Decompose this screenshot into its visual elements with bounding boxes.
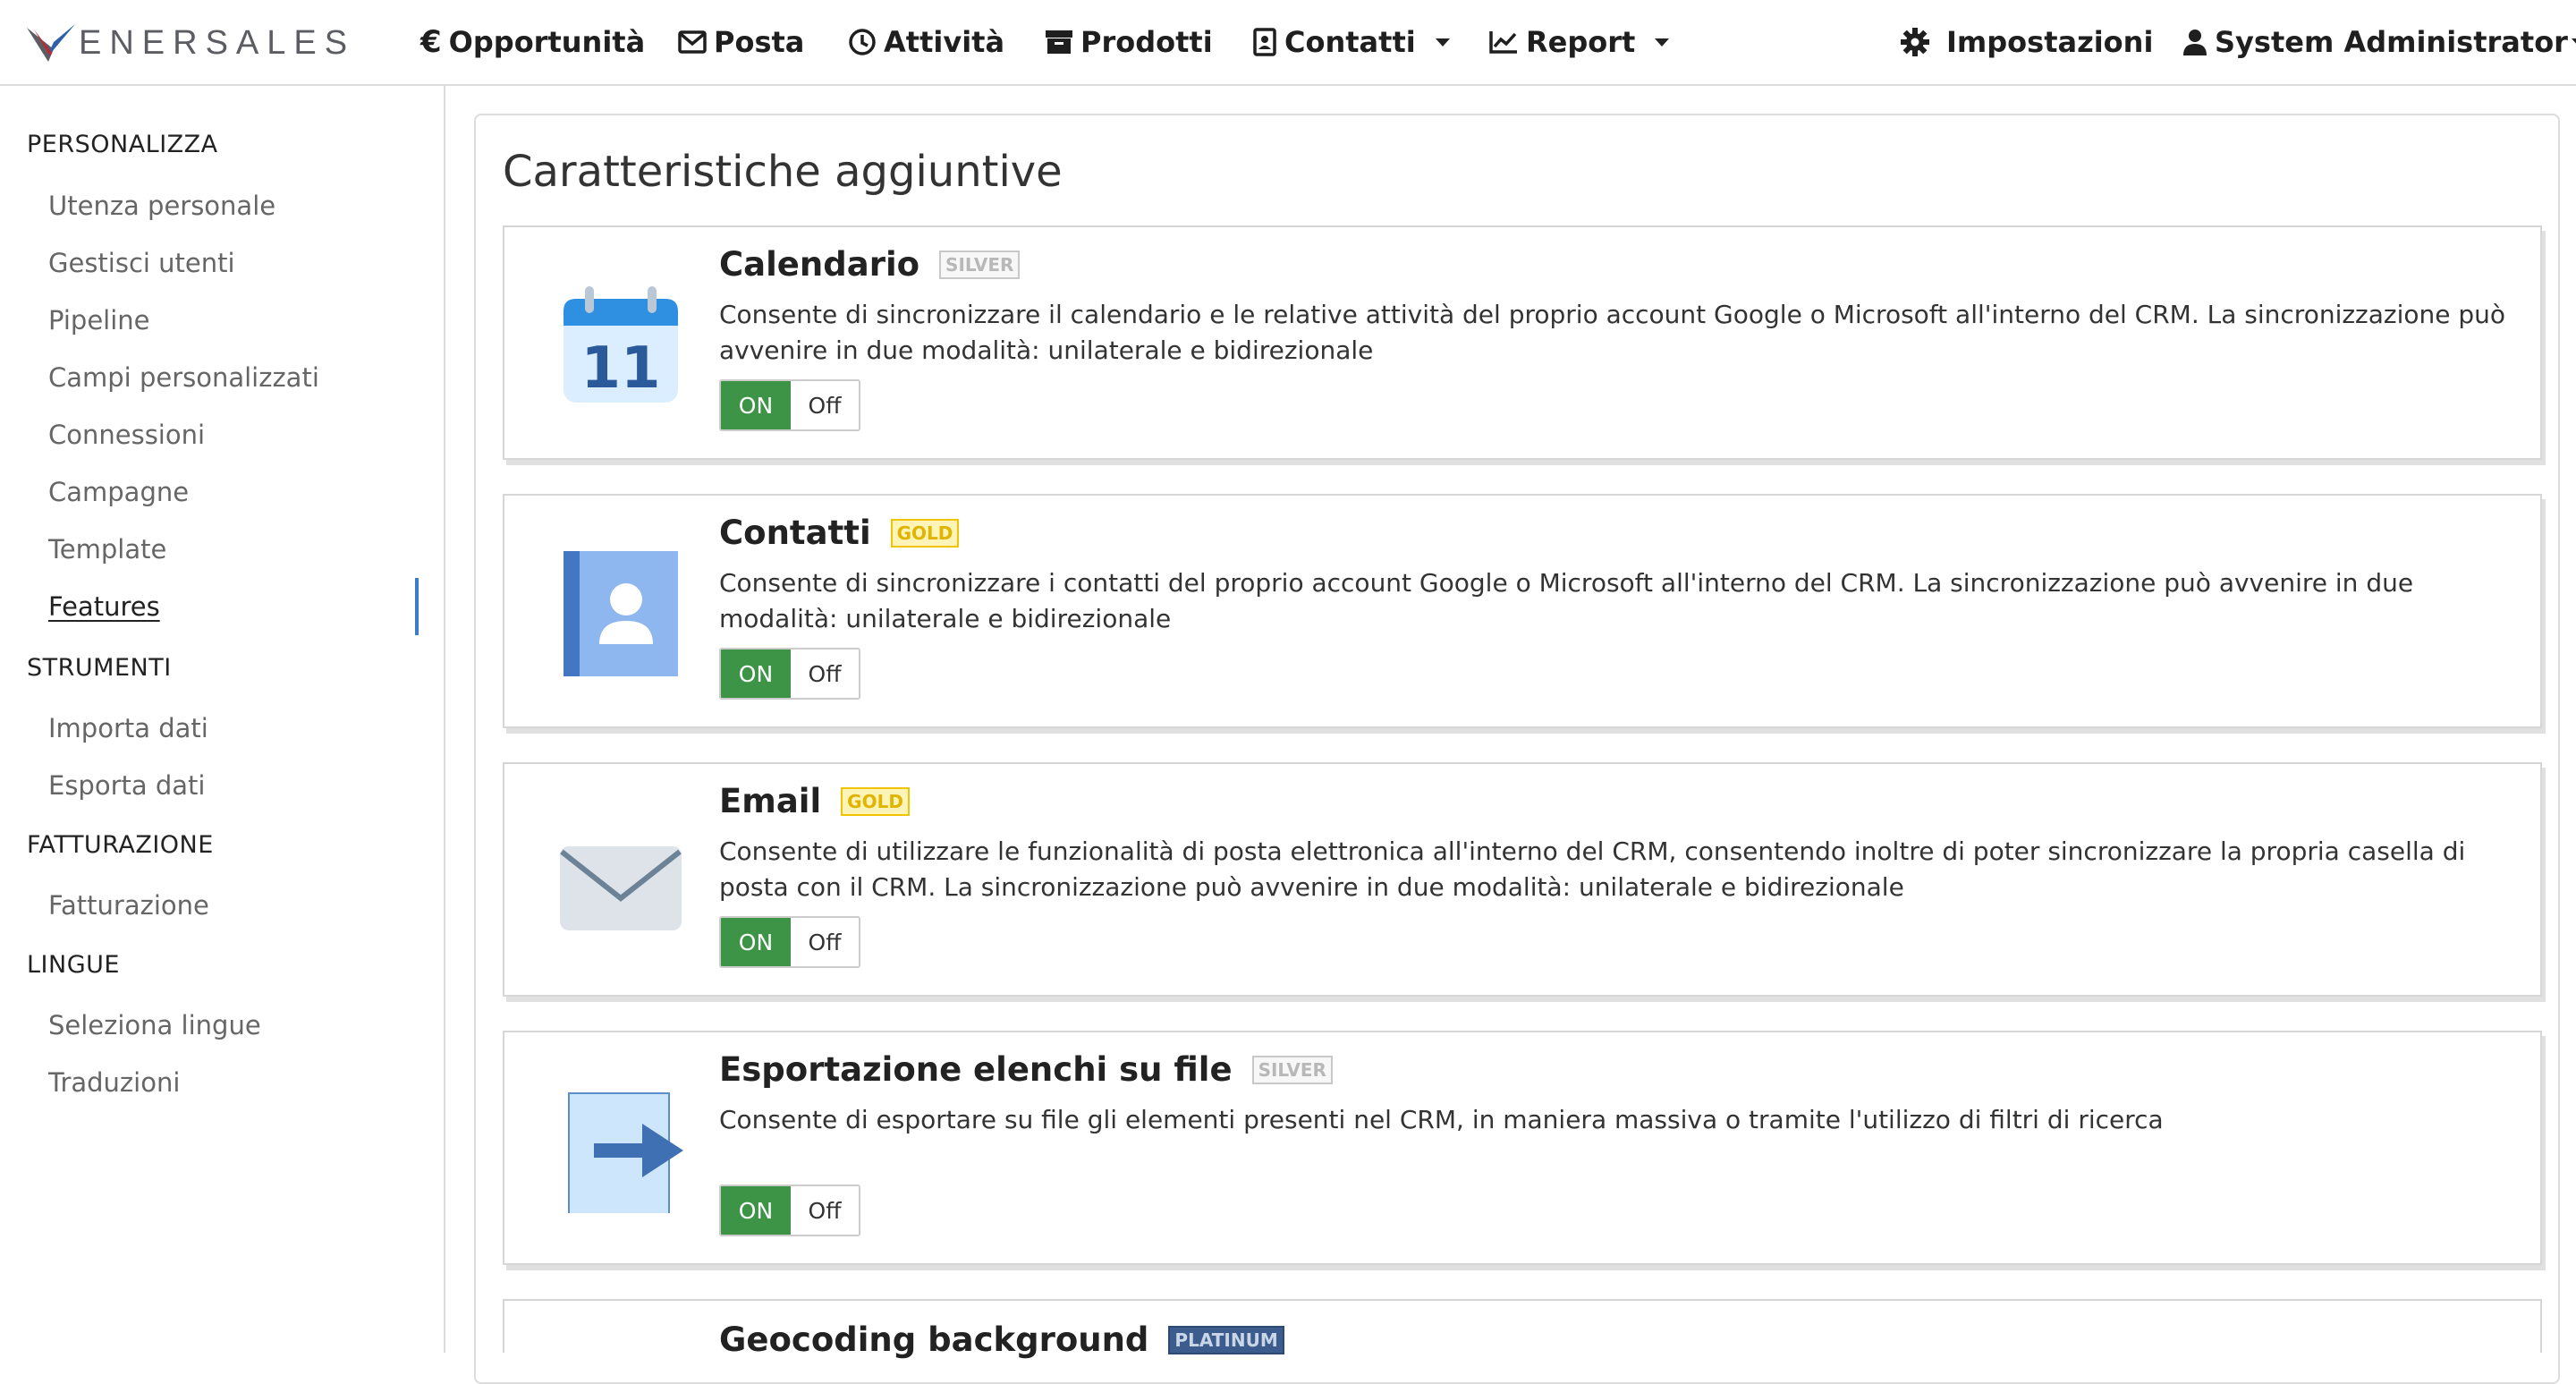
sidebar-item-campagne[interactable]: Campagne <box>48 477 189 507</box>
feature-title: Calendario SILVER <box>719 245 1021 284</box>
tier-badge: PLATINUM <box>1168 1325 1284 1354</box>
nav-contatti-label: Contatti <box>1284 25 1416 59</box>
sidebar-item-traduzioni[interactable]: Traduzioni <box>48 1067 180 1098</box>
nav-attivita[interactable]: Attività <box>848 0 1004 84</box>
sidebar-item-gestisci-utenti[interactable]: Gestisci utenti <box>48 248 235 278</box>
logo-mark-icon <box>27 24 75 62</box>
nav-posta[interactable]: Posta <box>678 0 804 84</box>
feature-title-text: Geocoding background <box>719 1320 1149 1359</box>
feature-card-geocoding: Geocoding background PLATINUM <box>503 1299 2542 1359</box>
nav-opportunita[interactable]: € Opportunità <box>420 0 645 84</box>
sidebar-section-personalizza: PERSONALIZZA <box>27 131 218 158</box>
logo-text: ENERSALES <box>79 24 356 62</box>
feature-title: Email GOLD <box>719 782 910 820</box>
toggle-off-button[interactable]: Off <box>791 381 859 429</box>
user-icon <box>2182 29 2207 55</box>
toggle-on-button[interactable]: ON <box>721 381 791 429</box>
toggle-off-button[interactable]: Off <box>791 650 859 698</box>
toggle-on-button[interactable]: ON <box>721 918 791 966</box>
feature-card-esportazione: Esportazione elenchi su file SILVER Cons… <box>503 1031 2542 1265</box>
sidebar-item-features[interactable]: Features <box>48 591 160 622</box>
feature-title: Contatti GOLD <box>719 514 960 552</box>
feature-title-text: Calendario <box>719 245 920 284</box>
toggle-on-button[interactable]: ON <box>721 1186 791 1235</box>
chevron-down-icon <box>2571 38 2576 47</box>
top-navbar: ENERSALES € Opportunità Posta Attività P… <box>0 0 2576 86</box>
sidebar-item-utenza-personale[interactable]: Utenza personale <box>48 191 275 221</box>
contact-book-icon <box>564 551 678 676</box>
sidebar-item-fatturazione[interactable]: Fatturazione <box>48 890 209 921</box>
feature-toggle: ON Off <box>719 1184 860 1236</box>
feature-description: Consente di utilizzare le funzionalità d… <box>719 836 2466 902</box>
nav-opportunita-label: Opportunità <box>448 25 646 59</box>
nav-prodotti-label: Prodotti <box>1080 25 1213 59</box>
sidebar-item-seleziona-lingue[interactable]: Seleziona lingue <box>48 1010 261 1040</box>
line-chart-icon <box>1488 30 1519 55</box>
feature-title-text: Esportazione elenchi su file <box>719 1050 1233 1089</box>
toggle-on-button[interactable]: ON <box>721 650 791 698</box>
nav-attivita-label: Attività <box>884 25 1005 59</box>
sidebar-section-lingue: LINGUE <box>27 951 120 979</box>
tier-badge: GOLD <box>890 518 960 548</box>
nav-report-label: Report <box>1526 25 1636 59</box>
sidebar-item-connessioni[interactable]: Connessioni <box>48 420 205 450</box>
feature-title-text: Contatti <box>719 514 871 552</box>
tier-badge: SILVER <box>1251 1055 1333 1084</box>
mail-envelope-icon <box>560 846 682 930</box>
chevron-down-icon <box>1655 38 1670 47</box>
tier-badge: GOLD <box>841 786 910 816</box>
toggle-off-button[interactable]: Off <box>791 1186 859 1235</box>
sidebar-item-esporta-dati[interactable]: Esporta dati <box>48 770 205 801</box>
sidebar-section-fatturazione: FATTURAZIONE <box>27 831 214 859</box>
sidebar-item-template[interactable]: Template <box>48 534 166 565</box>
sidebar-item-pipeline[interactable]: Pipeline <box>48 305 150 335</box>
calendar-icon: 11 <box>564 286 678 403</box>
nav-posta-label: Posta <box>714 25 805 59</box>
feature-card-email: Email GOLD Consente di utilizzare le fun… <box>503 762 2542 997</box>
toggle-off-button[interactable]: Off <box>791 918 859 966</box>
enersales-logo[interactable]: ENERSALES <box>27 20 355 66</box>
archive-box-icon <box>1045 29 1073 55</box>
feature-card-calendario: 11 Calendario SILVER Consente di sincron… <box>503 225 2542 460</box>
feature-card-contatti: Contatti GOLD Consente di sincronizzare … <box>503 494 2542 728</box>
nav-prodotti[interactable]: Prodotti <box>1045 0 1213 84</box>
feature-title: Geocoding background PLATINUM <box>719 1320 1284 1359</box>
feature-toggle: ON Off <box>719 916 860 968</box>
page-title: Caratteristiche aggiuntive <box>503 147 1063 197</box>
active-item-indicator <box>415 578 419 635</box>
chevron-down-icon <box>1435 38 1450 47</box>
gear-icon <box>1900 27 1930 57</box>
feature-description: Consente di esportare su file gli elemen… <box>719 1105 2164 1134</box>
nav-impostazioni[interactable]: Impostazioni <box>1900 0 2153 84</box>
sidebar-section-strumenti: STRUMENTI <box>27 654 172 682</box>
feature-toggle: ON Off <box>719 379 860 431</box>
feature-title: Esportazione elenchi su file SILVER <box>719 1050 1333 1089</box>
feature-description: Consente di sincronizzare i contatti del… <box>719 568 2414 633</box>
sidebar-item-importa-dati[interactable]: Importa dati <box>48 713 208 743</box>
calendar-day-text: 11 <box>580 335 660 402</box>
tier-badge: SILVER <box>939 250 1021 279</box>
export-file-icon <box>568 1092 683 1213</box>
user-menu-label: System Administrator <box>2215 25 2568 59</box>
euro-icon: € <box>420 24 442 60</box>
nav-report[interactable]: Report <box>1488 0 1670 84</box>
address-book-icon <box>1252 28 1277 56</box>
user-menu[interactable]: System Administrator <box>2182 0 2576 84</box>
feature-title-text: Email <box>719 782 822 820</box>
nav-impostazioni-label: Impostazioni <box>1946 25 2154 59</box>
feature-description: Consente di sincronizzare il calendario … <box>719 300 2506 365</box>
sidebar-item-campi-personalizzati[interactable]: Campi personalizzati <box>48 362 319 393</box>
envelope-icon <box>678 30 707 54</box>
nav-contatti[interactable]: Contatti <box>1252 0 1450 84</box>
feature-toggle: ON Off <box>719 648 860 700</box>
clock-icon <box>848 28 877 56</box>
